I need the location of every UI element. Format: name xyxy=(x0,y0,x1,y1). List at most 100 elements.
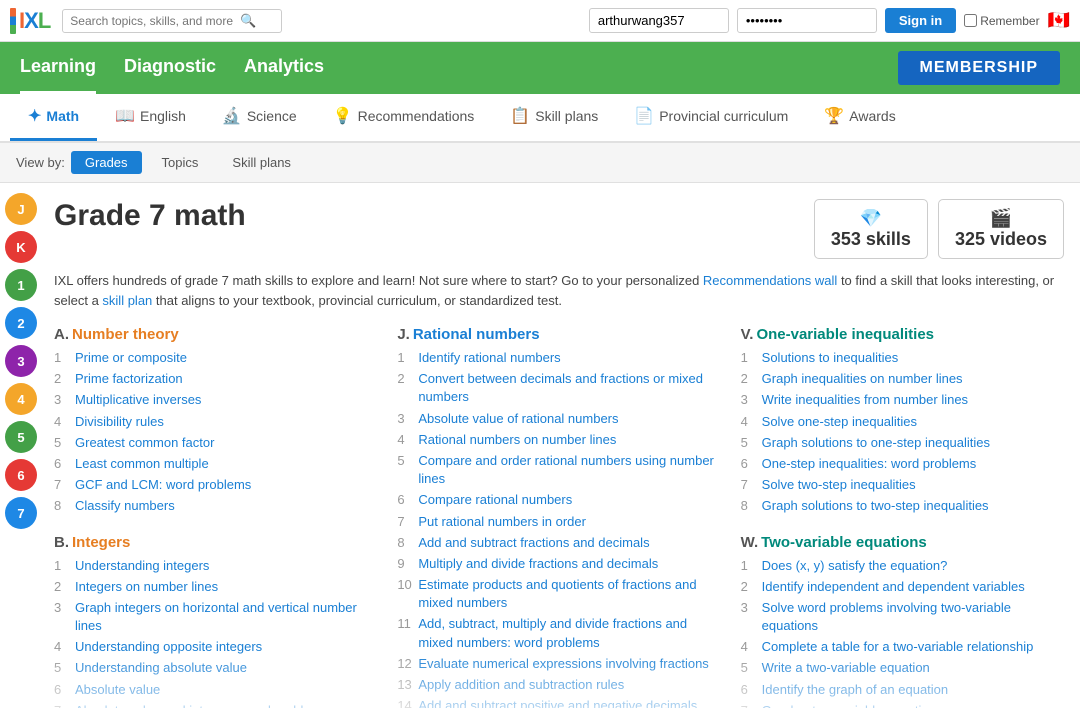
skill-number: 4 xyxy=(741,638,757,656)
skill-number: 8 xyxy=(741,497,757,515)
skill-link[interactable]: Graph solutions to one-step inequalities xyxy=(762,434,990,452)
list-item: 14Add and subtract positive and negative… xyxy=(397,697,720,708)
skill-link[interactable]: Graph integers on horizontal and vertica… xyxy=(75,599,377,635)
skill-link[interactable]: Rational numbers on number lines xyxy=(418,431,616,449)
view-by-topics[interactable]: Topics xyxy=(148,151,213,174)
skill-link[interactable]: Evaluate numerical expressions involving… xyxy=(418,655,708,673)
skill-number: 2 xyxy=(741,370,757,388)
skill-link[interactable]: Estimate products and quotients of fract… xyxy=(418,576,720,612)
grade-circle-j[interactable]: J xyxy=(5,193,37,225)
skill-number: 2 xyxy=(54,578,70,596)
skill-link[interactable]: Prime or composite xyxy=(75,349,187,367)
skill-link[interactable]: Absolute value and integers: word proble… xyxy=(75,702,328,708)
skill-link[interactable]: Least common multiple xyxy=(75,455,209,473)
password-input[interactable] xyxy=(737,8,877,33)
skill-list: 1Identify rational numbers2Convert betwe… xyxy=(397,349,720,708)
skill-link[interactable]: Compare rational numbers xyxy=(418,491,572,509)
skill-link[interactable]: Solve one-step inequalities xyxy=(762,413,917,431)
skill-link[interactable]: Greatest common factor xyxy=(75,434,214,452)
grade-circle-6[interactable]: 6 xyxy=(5,459,37,491)
nav-diagnostic[interactable]: Diagnostic xyxy=(124,42,216,94)
skill-link[interactable]: Apply addition and subtraction rules xyxy=(418,676,624,694)
skill-link[interactable]: Prime factorization xyxy=(75,370,183,388)
skill-link[interactable]: Multiplicative inverses xyxy=(75,391,201,409)
section-title: V.One-variable inequalities xyxy=(741,326,1064,343)
skill-section-j: J.Rational numbers 1Identify rational num… xyxy=(397,326,720,708)
skill-link[interactable]: Write inequalities from number lines xyxy=(762,391,968,409)
list-item: 5Graph solutions to one-step inequalitie… xyxy=(741,434,1064,452)
subject-english[interactable]: 📖 English xyxy=(97,94,204,141)
username-input[interactable] xyxy=(589,8,729,33)
list-item: 3Absolute value of rational numbers xyxy=(397,410,720,428)
skill-link[interactable]: Identify independent and dependent varia… xyxy=(762,578,1025,596)
skill-link[interactable]: Absolute value of rational numbers xyxy=(418,410,618,428)
skill-link[interactable]: Divisibility rules xyxy=(75,413,164,431)
skill-link[interactable]: Absolute value xyxy=(75,681,160,699)
grade-circle-2[interactable]: 2 xyxy=(5,307,37,339)
skill-link[interactable]: Classify numbers xyxy=(75,497,175,515)
awards-icon: 🏆 xyxy=(824,106,844,126)
grade-circle-7[interactable]: 7 xyxy=(5,497,37,529)
subject-awards[interactable]: 🏆 Awards xyxy=(806,94,913,141)
skill-link[interactable]: Add and subtract fractions and decimals xyxy=(418,534,649,552)
green-nav: Learning Diagnostic Analytics MEMBERSHIP xyxy=(0,42,1080,94)
remember-checkbox[interactable] xyxy=(964,14,977,27)
view-by-grades[interactable]: Grades xyxy=(71,151,142,174)
signin-button[interactable]: Sign in xyxy=(885,8,956,33)
skill-link[interactable]: Identify rational numbers xyxy=(418,349,560,367)
section-name: Number theory xyxy=(72,326,179,343)
skill-link[interactable]: Does (x, y) satisfy the equation? xyxy=(762,557,948,575)
search-input[interactable] xyxy=(70,14,240,28)
logo[interactable]: IXL xyxy=(10,8,50,34)
skill-link[interactable]: Convert between decimals and fractions o… xyxy=(418,370,720,406)
nav-learning[interactable]: Learning xyxy=(20,42,96,94)
recommendations-link[interactable]: Recommendations wall xyxy=(703,273,837,288)
grade-circle-5[interactable]: 5 xyxy=(5,421,37,453)
skill-link[interactable]: Compare and order rational numbers using… xyxy=(418,452,720,488)
skill-link[interactable]: Identify the graph of an equation xyxy=(762,681,948,699)
skill-link[interactable]: Understanding absolute value xyxy=(75,659,247,677)
grade-circle-3[interactable]: 3 xyxy=(5,345,37,377)
skill-link[interactable]: Write a two-variable equation xyxy=(762,659,930,677)
skill-link[interactable]: Understanding integers xyxy=(75,557,209,575)
skill-link[interactable]: Solve two-step inequalities xyxy=(762,476,916,494)
subject-science[interactable]: 🔬 Science xyxy=(204,94,315,141)
skill-link[interactable]: Graph inequalities on number lines xyxy=(762,370,963,388)
skill-link[interactable]: Complete a table for a two-variable rela… xyxy=(762,638,1034,656)
skill-link[interactable]: Understanding opposite integers xyxy=(75,638,262,656)
subject-skill-plans[interactable]: 📋 Skill plans xyxy=(492,94,616,141)
list-item: 13Apply addition and subtraction rules xyxy=(397,676,720,694)
subject-math[interactable]: ✦ Math xyxy=(10,94,97,141)
grade-circle-4[interactable]: 4 xyxy=(5,383,37,415)
skill-link[interactable]: Solutions to inequalities xyxy=(762,349,899,367)
skill-link[interactable]: One-step inequalities: word problems xyxy=(762,455,977,473)
skill-link[interactable]: Multiply and divide fractions and decima… xyxy=(418,555,658,573)
skill-link[interactable]: GCF and LCM: word problems xyxy=(75,476,251,494)
grade-circle-1[interactable]: 1 xyxy=(5,269,37,301)
subject-provincial[interactable]: 📄 Provincial curriculum xyxy=(616,94,806,141)
nav-analytics[interactable]: Analytics xyxy=(244,42,324,94)
subject-recommendations[interactable]: 💡 Recommendations xyxy=(315,94,493,141)
skill-number: 6 xyxy=(397,491,413,509)
grade-circle-k[interactable]: K xyxy=(5,231,37,263)
skill-link[interactable]: Put rational numbers in order xyxy=(418,513,586,531)
skill-link[interactable]: Graph solutions to two-step inequalities xyxy=(762,497,989,515)
skill-link[interactable]: Add and subtract positive and negative d… xyxy=(418,697,697,708)
remember-label[interactable]: Remember xyxy=(964,14,1039,28)
section-title: J.Rational numbers xyxy=(397,326,720,343)
skill-link[interactable]: Add, subtract, multiply and divide fract… xyxy=(418,615,720,651)
list-item: 1Identify rational numbers xyxy=(397,349,720,367)
view-by-skillplans[interactable]: Skill plans xyxy=(218,151,305,174)
skill-number: 6 xyxy=(54,681,70,699)
list-item: 8 Graph solutions to two-step inequalitie… xyxy=(741,497,1064,515)
skill-number: 7 xyxy=(741,702,757,708)
skill-plan-link[interactable]: skill plan xyxy=(102,293,152,308)
skill-number: 6 xyxy=(54,455,70,473)
skill-link[interactable]: Integers on number lines xyxy=(75,578,218,596)
list-item: 3Multiplicative inverses xyxy=(54,391,377,409)
skill-number: 7 xyxy=(54,702,70,708)
skill-link[interactable]: Graph a two-variable equation xyxy=(762,702,936,708)
search-box[interactable]: 🔍 xyxy=(62,9,282,33)
membership-button[interactable]: MEMBERSHIP xyxy=(898,51,1060,85)
skill-link[interactable]: Solve word problems involving two-variab… xyxy=(762,599,1064,635)
